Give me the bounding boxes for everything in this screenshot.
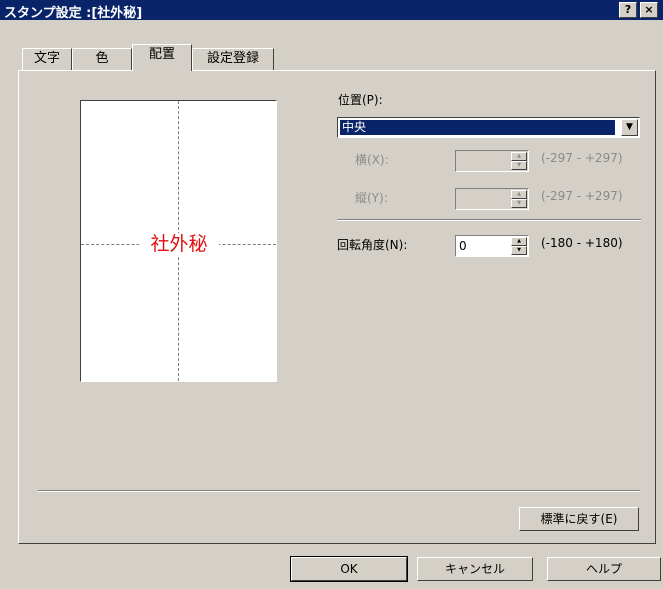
- position-select[interactable]: 中央 ▼: [337, 117, 640, 138]
- position-selected-value: 中央: [340, 120, 615, 135]
- bottom-divider: [38, 490, 640, 492]
- spin-down-icon[interactable]: ▼: [511, 199, 527, 208]
- rotation-value[interactable]: 0: [459, 239, 467, 253]
- spin-up-icon[interactable]: ▲: [511, 190, 527, 199]
- tab-layout[interactable]: 配置: [132, 44, 192, 71]
- vertical-range: (-297 - +297): [541, 189, 623, 203]
- spin-up-icon[interactable]: ▲: [511, 237, 527, 246]
- rotation-range: (-180 - +180): [541, 236, 623, 250]
- spin-up-icon[interactable]: ▲: [511, 152, 527, 161]
- tab-color[interactable]: 色: [72, 48, 132, 70]
- spin-down-icon[interactable]: ▼: [511, 161, 527, 170]
- vertical-label: 縦(Y):: [355, 191, 388, 205]
- tab-register[interactable]: 設定登録: [192, 48, 274, 70]
- ok-button[interactable]: OK: [290, 556, 408, 582]
- close-icon[interactable]: ×: [640, 2, 658, 18]
- cancel-button[interactable]: キャンセル: [417, 557, 533, 581]
- tab-text[interactable]: 文字: [22, 48, 72, 70]
- horizontal-label: 横(X):: [355, 153, 389, 167]
- stamp-preview: 社外秘: [80, 100, 277, 382]
- section-divider: [337, 219, 641, 221]
- title-bar: スタンプ設定 :[社外秘] ? ×: [0, 0, 663, 21]
- help-icon[interactable]: ?: [619, 2, 637, 18]
- stamp-text: 社外秘: [139, 233, 219, 255]
- spin-down-icon[interactable]: ▼: [511, 246, 527, 255]
- vertical-spinner[interactable]: ▲ ▼: [455, 188, 529, 210]
- reset-defaults-button[interactable]: 標準に戻す(E): [519, 507, 639, 531]
- window-title: スタンプ設定 :[社外秘]: [4, 6, 143, 21]
- help-button[interactable]: ヘルプ: [547, 557, 661, 581]
- chevron-down-icon[interactable]: ▼: [621, 119, 638, 136]
- horizontal-range: (-297 - +297): [541, 151, 623, 165]
- rotation-label: 回転角度(N):: [337, 238, 408, 252]
- position-label: 位置(P):: [338, 93, 383, 107]
- horizontal-spinner[interactable]: ▲ ▼: [455, 150, 529, 172]
- rotation-spinner[interactable]: 0 ▲ ▼: [455, 235, 529, 257]
